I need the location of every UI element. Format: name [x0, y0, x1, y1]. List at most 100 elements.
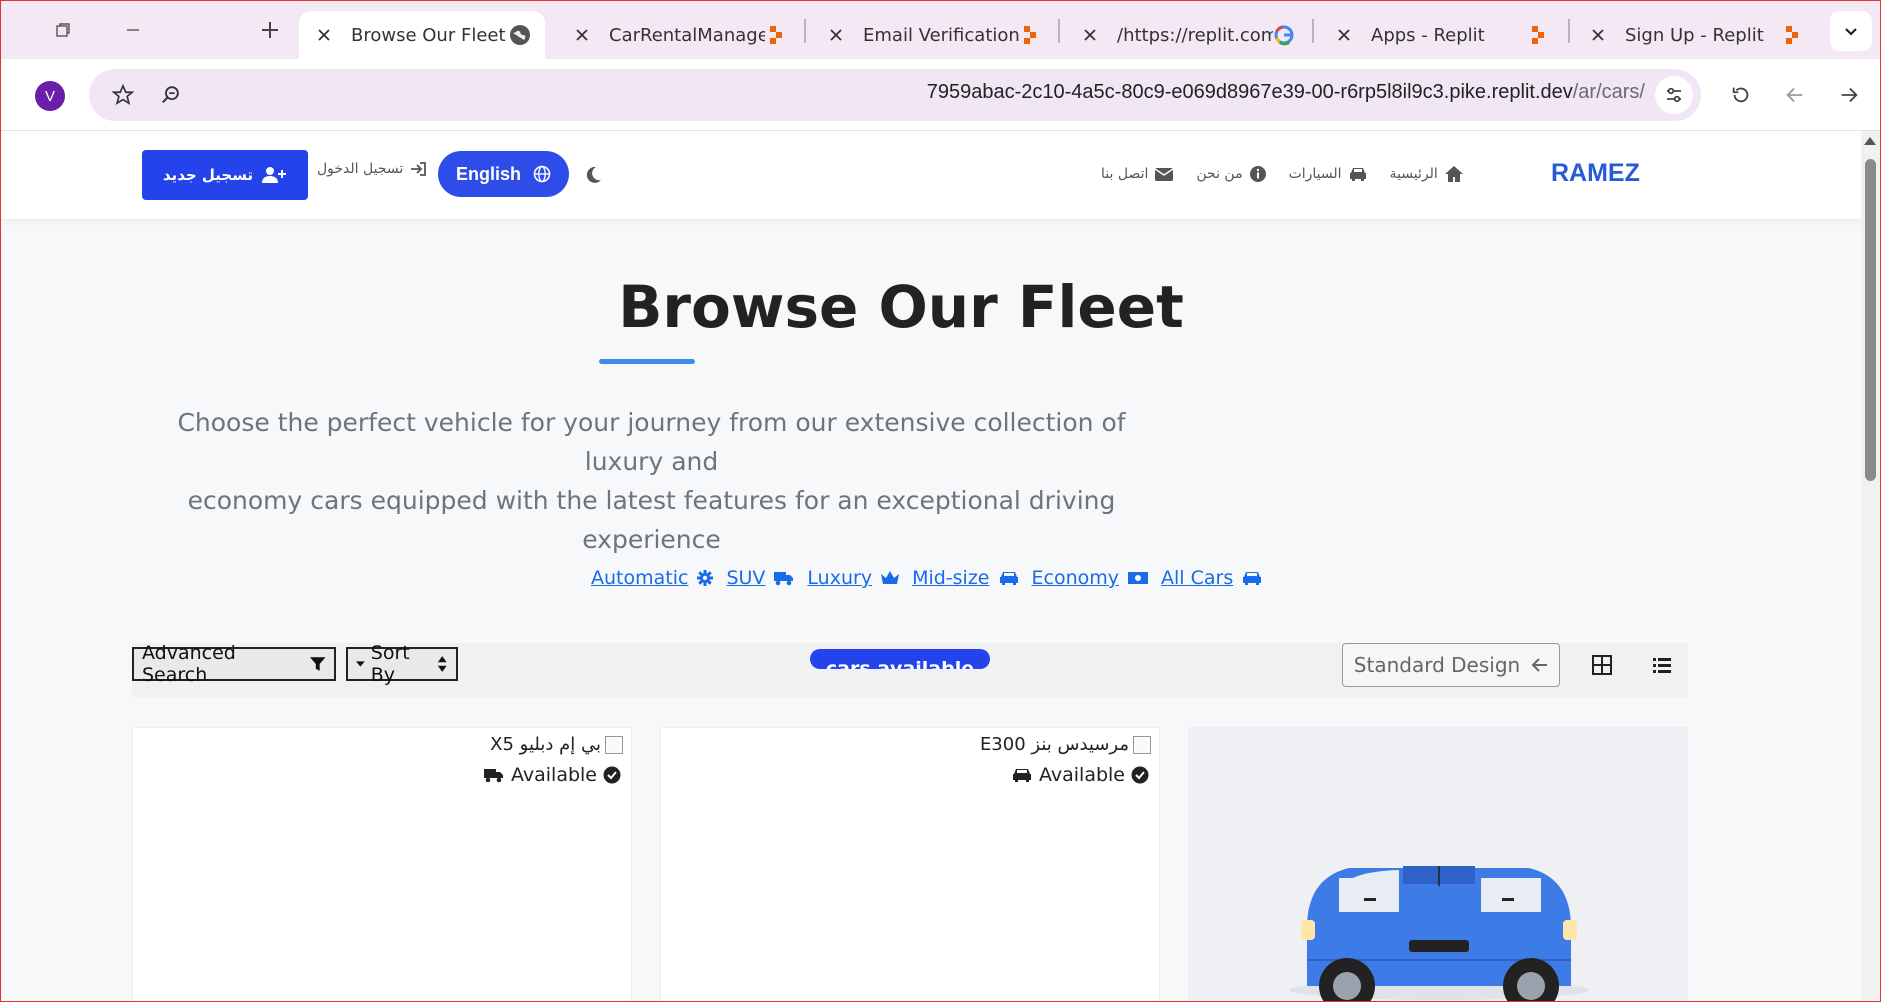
caret-down-icon [356, 661, 365, 667]
page-viewport: RAMEZ الرئيسية السيارات من نحن اتصل بنا [1, 131, 1863, 1001]
language-switch-button[interactable]: English [438, 151, 569, 197]
title-underline [599, 359, 695, 364]
advanced-search-button[interactable]: Advanced Search [132, 642, 336, 686]
nav-contact[interactable]: اتصل بنا [1101, 165, 1174, 183]
filter-label: SUV [726, 567, 766, 589]
forward-arrow-icon[interactable] [1835, 81, 1863, 109]
scrollbar-thumb[interactable] [1865, 159, 1876, 481]
car-status: Available [483, 764, 621, 786]
nav-home[interactable]: الرئيسية [1390, 165, 1464, 183]
standard-design-button[interactable]: Standard Design [1342, 643, 1560, 687]
tab-sign-up-replit[interactable]: Sign Up - Replit [1573, 11, 1817, 59]
page-subtitle: Choose the perfect vehicle for your jour… [139, 403, 1164, 559]
car-icon [1243, 572, 1262, 585]
sort-by-button[interactable]: Sort By [346, 642, 458, 686]
restore-icon[interactable] [43, 12, 83, 48]
close-tab-icon[interactable] [1079, 24, 1101, 46]
tab-title: CarRentalManager [609, 24, 765, 46]
nav-label: من نحن [1196, 166, 1243, 182]
car-icon [999, 572, 1018, 585]
browser-window: Browse Our Fleet CarRentalManager Email … [0, 0, 1881, 1002]
standard-design-label: Standard Design [1353, 653, 1521, 677]
brand-logo[interactable]: RAMEZ [1551, 159, 1640, 188]
url-host: 7959abac-2c10-4a5c-80c9-e069d8967e39-00-… [926, 81, 1573, 103]
car-card[interactable]: مرسيدس بنز E300 Available [660, 727, 1160, 1001]
car-name: مرسيدس بنز E300 [979, 734, 1129, 755]
envelope-icon [1154, 167, 1174, 181]
tab-title: Email Verification - [863, 24, 1019, 46]
bookmark-star-icon[interactable] [111, 83, 135, 107]
sort-icon [438, 656, 448, 672]
tab-carrentalmanager[interactable]: CarRentalManager [557, 11, 801, 59]
tab-browse-our-fleet[interactable]: Browse Our Fleet [299, 11, 545, 59]
truck-icon [774, 572, 794, 586]
tab-apps-replit[interactable]: Apps - Replit [1319, 11, 1563, 59]
filter-label: Economy [1031, 567, 1120, 589]
advanced-search-label: Advanced Search [142, 642, 236, 686]
tab-strip: Browse Our Fleet CarRentalManager Email … [1, 1, 1880, 59]
page-scrollbar[interactable] [1861, 131, 1880, 1001]
replit-icon [765, 24, 787, 46]
car-name: بي إم دبليو X5 [490, 734, 601, 755]
home-icon [1444, 166, 1463, 182]
results-toolbar: Advanced Search Sort By cars available S… [132, 642, 1688, 697]
status-text: Available [510, 764, 597, 786]
minimize-icon[interactable] [113, 12, 153, 48]
signup-button[interactable]: تسجيل جديد [142, 150, 308, 200]
moon-icon[interactable] [583, 165, 603, 185]
language-label: English [455, 163, 521, 184]
cars-available-label: cars available [825, 658, 975, 669]
money-icon [1128, 572, 1148, 584]
tab-replit-url[interactable]: /https://replit.com/ [1065, 11, 1309, 59]
car-card[interactable]: بي إم دبليو X5 Available [132, 727, 632, 1001]
filter-all-cars[interactable]: All Cars [1161, 567, 1263, 589]
gear-icon [697, 570, 714, 586]
car-card[interactable] [1188, 727, 1688, 1001]
cars-available-badge: cars available [810, 649, 990, 669]
new-tab-icon[interactable] [250, 12, 290, 48]
close-tab-icon[interactable] [571, 24, 593, 46]
nav-cars[interactable]: السيارات [1289, 165, 1368, 183]
main-nav: الرئيسية السيارات من نحن اتصل بنا [1101, 165, 1464, 183]
close-tab-icon[interactable] [1333, 24, 1355, 46]
close-tab-icon[interactable] [313, 24, 335, 46]
filter-automatic[interactable]: Automatic [591, 567, 714, 589]
login-link[interactable]: تسجيل الدخول [317, 161, 427, 177]
broken-image-icon [1133, 735, 1151, 754]
close-tab-icon[interactable] [1587, 24, 1609, 46]
reload-icon[interactable] [1727, 81, 1755, 109]
site-navbar: RAMEZ الرئيسية السيارات من نحن اتصل بنا [1, 131, 1863, 219]
page-title-text: Browse Our Fleet [618, 273, 1184, 341]
signup-label: تسجيل جديد [162, 166, 254, 184]
close-tab-icon[interactable] [825, 24, 847, 46]
filter-economy[interactable]: Economy [1032, 567, 1150, 589]
page-title: Browse Our Fleet [1, 273, 1801, 341]
car-status: Available [1011, 764, 1149, 786]
back-arrow-icon[interactable] [1781, 81, 1809, 109]
grid-view-icon[interactable] [1590, 653, 1614, 677]
zoom-icon[interactable] [159, 83, 183, 107]
site-settings-icon[interactable] [1655, 76, 1693, 114]
nav-label: اتصل بنا [1101, 166, 1149, 182]
status-text: Available [1038, 764, 1125, 786]
tab-separator [1058, 19, 1060, 43]
url-text: 7959abac-2c10-4a5c-80c9-e069d8967e39-00-… [927, 81, 1645, 104]
address-bar[interactable]: 7959abac-2c10-4a5c-80c9-e069d8967e39-00-… [89, 69, 1701, 121]
tab-search-button[interactable] [1830, 11, 1872, 51]
filter-label: Automatic [591, 567, 689, 589]
scroll-up-icon[interactable] [1864, 137, 1876, 145]
tab-email-verification[interactable]: Email Verification - [811, 11, 1055, 59]
google-icon [1273, 24, 1295, 46]
list-view-icon[interactable] [1650, 653, 1674, 677]
filter-label: Mid-size [912, 567, 990, 589]
filter-suv[interactable]: SUV [726, 567, 795, 589]
replit-icon [1527, 24, 1549, 46]
category-filters: Automatic SUV Luxury Mid-size Economy Al… [591, 567, 1263, 589]
globe-icon [533, 165, 551, 183]
nav-about[interactable]: من نحن [1196, 165, 1266, 183]
truck-icon [483, 769, 503, 783]
profile-avatar[interactable]: V [35, 81, 65, 111]
info-icon [1249, 166, 1266, 182]
filter-mid-size[interactable]: Mid-size [912, 567, 1019, 589]
filter-luxury[interactable]: Luxury [807, 567, 900, 589]
